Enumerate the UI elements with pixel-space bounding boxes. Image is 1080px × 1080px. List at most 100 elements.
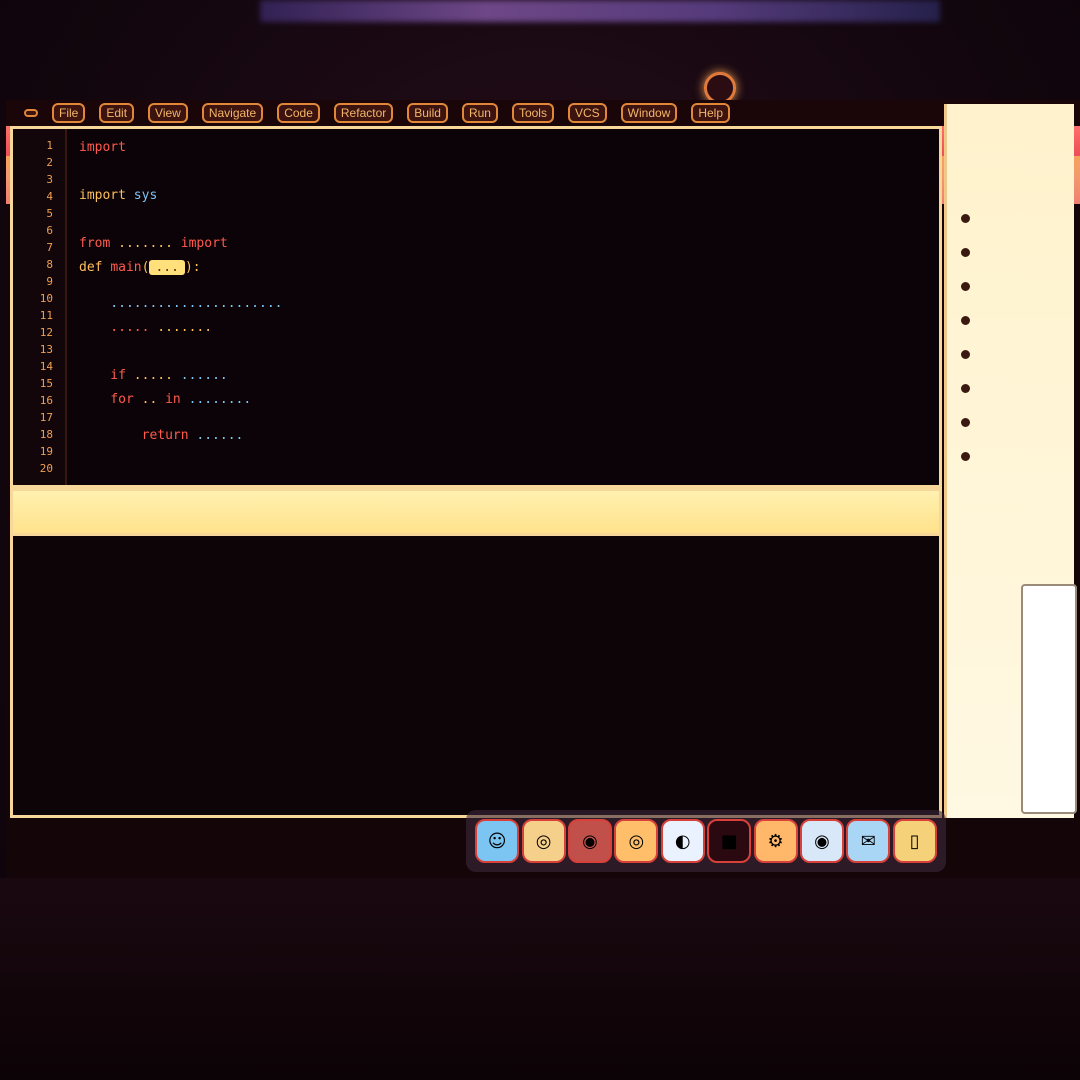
code-line: import sys <box>79 189 157 203</box>
app-icon[interactable]: ◉ <box>567 819 612 863</box>
line-number: 4 <box>46 190 53 203</box>
menu-item[interactable]: Edit <box>99 103 135 123</box>
code-token: from <box>79 236 111 251</box>
line-number: 8 <box>46 258 53 271</box>
code-line: import <box>79 141 126 155</box>
apple-menu-icon[interactable] <box>24 109 38 117</box>
line-number: 6 <box>46 224 53 237</box>
panel-row[interactable] <box>961 350 976 359</box>
code-token: ... <box>149 260 185 275</box>
code-token: in <box>165 392 181 407</box>
panel-preview-box <box>1021 584 1077 814</box>
code-line: ...................... <box>79 296 283 311</box>
line-number: 16 <box>39 394 53 407</box>
mail-icon[interactable]: ✉ <box>846 819 891 863</box>
line-number: 5 <box>46 207 53 220</box>
code-line: if ..... ...... <box>79 368 228 383</box>
line-number: 10 <box>39 292 53 305</box>
line-number: 7 <box>46 241 53 254</box>
code-line: def main(...): <box>79 260 201 275</box>
panel-row[interactable] <box>961 418 976 427</box>
menu-item[interactable]: Help <box>691 103 731 123</box>
bullet-icon <box>961 316 970 325</box>
chrome-icon[interactable]: ◐ <box>660 819 705 863</box>
code-token: ): <box>184 260 201 275</box>
terminal-icon[interactable]: ■ <box>707 819 752 863</box>
line-number: 2 <box>46 156 53 169</box>
menu-item[interactable]: Run <box>461 103 498 123</box>
bullet-icon <box>961 248 970 257</box>
line-number: 1 <box>46 139 53 152</box>
line-number: 12 <box>39 326 53 339</box>
code-token: import <box>79 140 126 155</box>
settings-icon[interactable]: ⚙ <box>753 819 798 863</box>
code-token: if <box>79 368 126 383</box>
line-number: 20 <box>39 462 53 475</box>
run-console-header[interactable] <box>10 488 942 536</box>
menu-item[interactable]: Build <box>407 103 448 123</box>
line-number: 17 <box>39 411 53 424</box>
code-token: ....... <box>149 320 213 335</box>
menu-item[interactable]: File <box>52 103 86 123</box>
menu-item[interactable]: Navigate <box>201 103 264 123</box>
code-token: sys <box>133 188 158 203</box>
panel-row[interactable] <box>961 316 976 325</box>
panel-row[interactable] <box>961 384 976 393</box>
line-number: 19 <box>39 445 53 458</box>
code-line: return ...... <box>79 428 244 443</box>
code-token: import <box>180 236 228 251</box>
menu-item[interactable]: VCS <box>567 103 607 123</box>
code-line: from ....... import <box>79 237 228 251</box>
line-number: 3 <box>46 173 53 186</box>
bullet-icon <box>961 350 970 359</box>
run-console[interactable] <box>10 536 942 818</box>
code-token: ...................... <box>79 296 283 311</box>
right-side-panel <box>944 104 1077 818</box>
dock: ☺ ◎ ◉ ◎ ◐ ■ ⚙ ◉ ✉ ▯ <box>466 810 946 872</box>
code-editor[interactable]: 1 2 3 4 5 6 7 8 9 10 11 12 13 14 15 16 17 18 19 20 import im… <box>10 126 942 488</box>
bullet-icon <box>961 452 970 461</box>
code-token: ........ <box>180 392 252 407</box>
code-token: ..... <box>125 368 181 383</box>
desk-below-monitor <box>0 878 1080 1080</box>
panel-row[interactable] <box>961 214 976 223</box>
code-token: import <box>79 188 134 203</box>
bullet-icon <box>961 214 970 223</box>
code-token: .. <box>133 392 166 407</box>
menu-bar: File Edit View Navigate Code Refactor Build Run… <box>6 100 1080 126</box>
panel-row[interactable] <box>961 282 976 291</box>
bullet-icon <box>961 384 970 393</box>
code-token: return <box>79 428 189 443</box>
line-number: 13 <box>39 343 53 356</box>
safari-icon[interactable]: ◎ <box>614 819 659 863</box>
menu-item[interactable]: View <box>148 103 188 123</box>
panel-row[interactable] <box>961 248 976 257</box>
menu-item[interactable]: Code <box>277 103 320 123</box>
line-number: 11 <box>39 309 53 322</box>
code-token: for <box>79 392 134 407</box>
code-token: def <box>79 260 111 275</box>
code-line: for .. in ........ <box>79 393 251 407</box>
code-token: ....... <box>110 236 181 251</box>
code-token: ..... <box>79 320 150 335</box>
code-token: main <box>110 260 142 275</box>
bullet-icon <box>961 418 970 427</box>
line-number: 18 <box>39 428 53 441</box>
browser-icon[interactable]: ◉ <box>799 819 844 863</box>
menu-item[interactable]: Tools <box>511 103 554 123</box>
line-number: 14 <box>39 360 53 373</box>
code-token: ...... <box>188 428 244 443</box>
menu-item[interactable]: Refactor <box>333 103 394 123</box>
menu-item[interactable]: Window <box>620 103 678 123</box>
line-number: 9 <box>46 275 53 288</box>
reflection-glow <box>260 0 940 22</box>
launchpad-icon[interactable]: ◎ <box>521 819 566 863</box>
line-number-gutter: 1 2 3 4 5 6 7 8 9 10 11 12 13 14 15 16 17 18 19 20 <box>13 129 67 485</box>
trash-icon[interactable]: ▯ <box>892 819 937 863</box>
line-number: 15 <box>39 377 53 390</box>
finder-icon[interactable]: ☺ <box>475 819 520 863</box>
bullet-icon <box>961 282 970 291</box>
code-token: ...... <box>180 368 228 383</box>
code-line: ..... ....... <box>79 321 212 335</box>
panel-row[interactable] <box>961 452 976 461</box>
